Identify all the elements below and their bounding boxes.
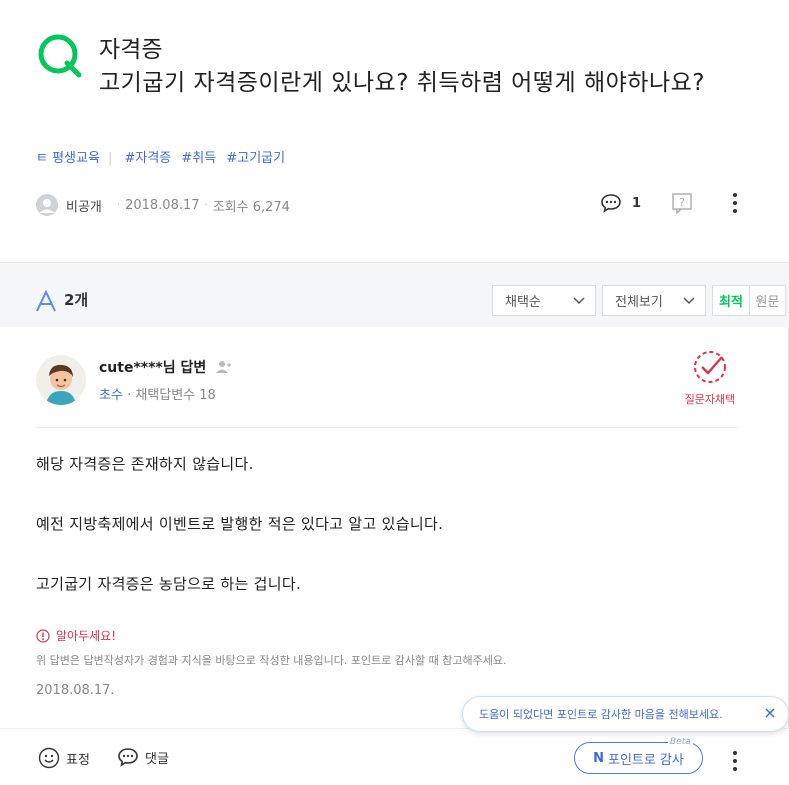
answer-date: 2018.08.17. — [36, 683, 115, 698]
tag-item[interactable]: #자격증 — [124, 151, 171, 166]
answerer-avatar[interactable] — [36, 355, 86, 405]
reaction-button[interactable]: 표정 — [38, 747, 90, 769]
notice-title: 알아두세요! — [56, 629, 117, 643]
toggle-best[interactable]: 최적 — [712, 285, 750, 316]
points-tooltip: 도움이 되었다면 포인트로 감사한 마음을 전해보세요. — [462, 696, 789, 732]
chevron-down-icon — [573, 297, 585, 305]
question-author: 비공개 — [66, 199, 102, 215]
sort-select[interactable]: 채택순 — [492, 285, 596, 316]
points-button-label: 포인트로 감사 — [607, 752, 684, 768]
smiley-icon — [38, 747, 60, 769]
divider — [36, 427, 738, 428]
alert-icon — [36, 628, 50, 643]
follow-user-icon[interactable] — [216, 360, 232, 374]
answer-body: 해당 자격증은 존재하지 않습니다. 예전 지방축제에서 이벤트로 발행한 적은… — [36, 452, 443, 632]
comment-count: 1 — [631, 195, 641, 211]
close-icon[interactable] — [764, 707, 776, 719]
ask-question-icon[interactable]: ? — [671, 192, 693, 214]
notice-text: 위 답변은 답변작성자가 경험과 지식을 바탕으로 작성한 내용입니다. 포인트… — [36, 654, 507, 667]
chevron-down-icon — [683, 297, 695, 305]
question-category[interactable]: 자격증 — [99, 30, 162, 64]
speech-bubble-icon — [601, 194, 621, 213]
filter-select[interactable]: 전체보기 — [602, 285, 706, 316]
question-meta: 비공개 · 2018.08.17 · 조회수 6,274 — [36, 193, 290, 217]
meta-separator: · — [204, 199, 208, 211]
sort-select-value: 채택순 — [505, 295, 541, 310]
tag-item[interactable]: #고기굽기 — [226, 151, 285, 166]
more-options-icon[interactable] — [731, 193, 739, 213]
tooltip-text: 도움이 되었다면 포인트로 감사한 마음을 전해보세요. — [479, 708, 723, 721]
question-date: 2018.08.17 — [125, 197, 200, 213]
meta-separator: · — [116, 199, 121, 211]
question-q-icon — [38, 34, 82, 78]
chosen-by-questioner-badge: 질문자채택 — [682, 349, 738, 407]
question-actions: 1 ? — [600, 192, 739, 214]
answer-paragraph: 해당 자격증은 존재하지 않습니다. — [36, 455, 254, 473]
comment-count-button[interactable]: 1 — [600, 193, 641, 213]
answerer-name-text: cute****님 답변 — [99, 360, 207, 376]
answerer-name[interactable]: cute****님 답변 — [99, 357, 232, 377]
answer-notice: 알아두세요! 위 답변은 답변작성자가 경험과 지식을 바탕으로 작성한 내용입… — [36, 627, 507, 668]
question-title: 고기굽기 자격증이란게 있나요? 취득하렴 어떻게 해야하나요? — [99, 70, 705, 96]
answer-a-icon — [36, 290, 56, 312]
comment-label: 댓글 — [145, 751, 169, 767]
filter-select-value: 전체보기 — [615, 295, 663, 310]
question-views: 조회수 6,274 — [212, 199, 290, 215]
naver-points-icon: N — [593, 750, 604, 766]
toggle-original[interactable]: 원문 — [749, 285, 786, 316]
answer-paragraph: 예전 지방축제에서 이벤트로 발행한 적은 있다고 알고 있습니다. — [36, 515, 444, 533]
speech-bubble-icon — [118, 748, 138, 767]
more-options-icon[interactable] — [731, 751, 739, 771]
answer-card: cute****님 답변 초수 · 채택답변수 18 질문자채택 해당 자격증은… — [0, 327, 789, 727]
tag-list: ㅌ 평생교육 | #자격증 #취득 #고기굽기 — [36, 147, 336, 166]
answer-count: 2개 — [64, 291, 89, 309]
answers-header: 2개 채택순 전체보기 최적 원문 — [0, 262, 789, 328]
tag-divider: | — [107, 151, 113, 166]
anonymous-avatar-icon — [36, 194, 58, 216]
reaction-label: 표정 — [66, 752, 90, 768]
answerer-info: 초수 · 채택답변수 18 — [99, 384, 216, 403]
comment-button[interactable]: 댓글 — [117, 747, 169, 767]
chosen-badge-label: 질문자채택 — [684, 393, 736, 406]
svg-text:?: ? — [679, 196, 685, 209]
answerer-chosen-count: 채택답변수 18 — [135, 388, 216, 403]
answer-paragraph: 고기굽기 자격증은 농담으로 하는 겁니다. — [36, 575, 302, 593]
tag-item[interactable]: ㅌ 평생교육 — [36, 151, 100, 166]
beta-badge: Beta — [668, 737, 693, 747]
tag-item[interactable]: #취득 — [181, 151, 216, 166]
answerer-level[interactable]: 초수 — [99, 388, 123, 403]
chosen-check-icon — [694, 351, 726, 383]
